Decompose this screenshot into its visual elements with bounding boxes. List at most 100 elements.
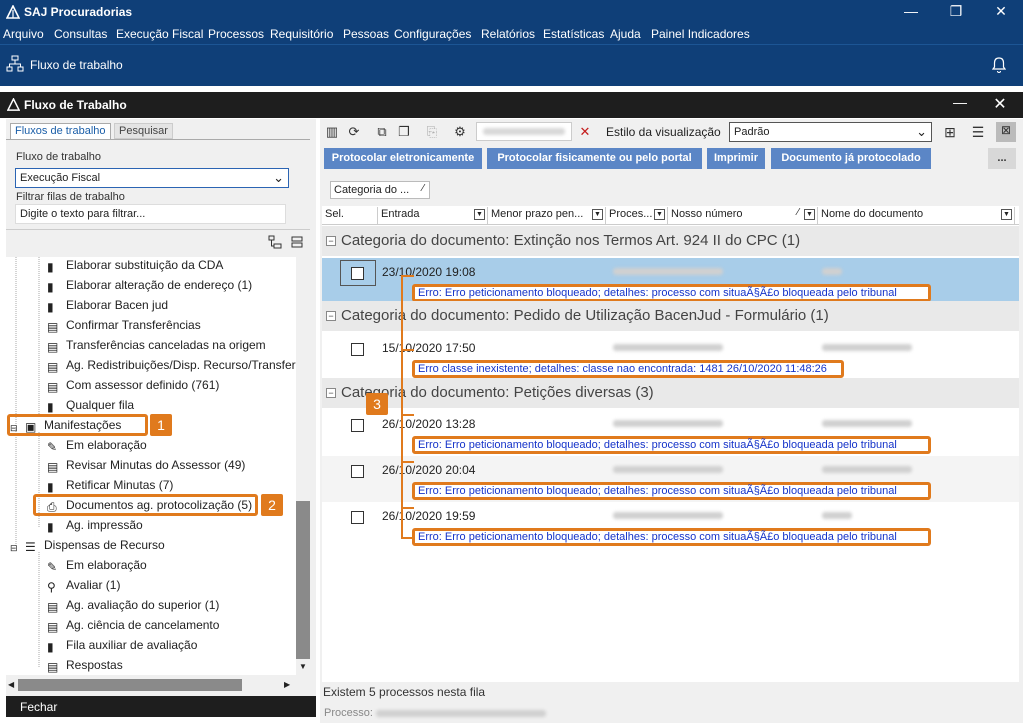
tree-vertical-scroll-thumb[interactable] [296, 501, 310, 659]
menu-configuracoes[interactable]: Configurações [394, 27, 471, 41]
column-header-menor-prazo[interactable]: Menor prazo pen... ▼ [488, 207, 606, 224]
more-button[interactable]: ... [988, 148, 1016, 169]
tab-fluxos-de-trabalho[interactable]: Fluxos de trabalho [10, 123, 111, 139]
group-header[interactable]: − Categoria do documento: Petições divers… [322, 378, 1019, 408]
row-checkbox[interactable] [351, 343, 364, 356]
restore-button[interactable]: ❐ [933, 0, 979, 24]
filter-toggle-icon[interactable]: ⊠ [996, 122, 1016, 142]
group-by-chip[interactable]: Categoria do ... ⁄ [330, 181, 430, 199]
tree-item-avaliar[interactable]: ⚲ Avaliar (1) [47, 575, 120, 595]
column-header-nosso-numero[interactable]: Nosso número ⁄ ▼ [668, 207, 818, 224]
callout-3: 3 [366, 393, 388, 415]
table-row[interactable]: 26/10/2020 19:59 Erro: Erro peticionamen… [322, 502, 1019, 548]
tree-item-confirmar-transferencias[interactable]: ▤ Confirmar Transferências [47, 315, 201, 335]
view-style-select[interactable]: Padrão ⌄ [729, 122, 932, 142]
row-checkbox[interactable] [351, 465, 364, 478]
tree-item-em-elaboracao[interactable]: ✎ Em elaboração [47, 435, 147, 455]
menu-consultas[interactable]: Consultas [54, 27, 107, 41]
list-icon: ▤ [47, 600, 59, 614]
tree-item-label: Ag. Redistribuições/Disp. Recurso/Transf… [66, 358, 296, 372]
menu-execucao-fiscal[interactable]: Execução Fiscal [116, 27, 203, 41]
app-logo-icon [7, 98, 20, 111]
columns-icon[interactable]: ▥ [324, 124, 340, 140]
table-row[interactable]: 23/10/2020 19:08 Erro: Erro peticionamen… [322, 258, 1019, 304]
tree-item-elaborar-alteracao[interactable]: ▮ Elaborar alteração de endereço (1) [47, 275, 252, 295]
menu-processos[interactable]: Processos [208, 27, 264, 41]
search-input[interactable] [476, 122, 572, 141]
copy-icon[interactable]: ⧉ [374, 124, 390, 140]
filter-label: Filtrar filas de trabalho [16, 191, 125, 203]
group-header[interactable]: − Categoria do documento: Extinção nos Te… [322, 226, 1019, 256]
tree-item-respostas[interactable]: ▤ Respostas [47, 655, 123, 675]
column-header-sel[interactable]: Sel. [322, 207, 378, 224]
collapse-icon[interactable]: − [326, 311, 336, 321]
tree-item-transferencias-canceladas[interactable]: ▤ Transferências canceladas na origem [47, 335, 266, 355]
tree-item-elaborar-bacen[interactable]: ▮ Elaborar Bacen jud [47, 295, 168, 315]
table-row[interactable]: 26/10/2020 20:04 Erro: Erro peticionamen… [322, 456, 1019, 502]
expand-all-icon[interactable] [268, 235, 282, 249]
chevron-down-icon: ⌄ [916, 124, 927, 139]
menu-ajuda[interactable]: Ajuda [610, 27, 641, 41]
filter-dropdown-icon: ▼ [592, 209, 603, 220]
column-header-nome-documento[interactable]: Nome do documento ▼ [818, 207, 1015, 224]
protocolar-eletronicamente-button[interactable]: Protocolar eletronicamente [324, 148, 482, 169]
group-header[interactable]: − Categoria do documento: Pedido de Utili… [322, 301, 1019, 331]
row-checkbox[interactable] [351, 419, 364, 432]
close-window-button[interactable]: ✕ [978, 0, 1023, 24]
refresh-icon[interactable]: ⟳ [346, 124, 362, 140]
tree-item-ag-avaliacao-superior[interactable]: ▤ Ag. avaliação do superior (1) [47, 595, 219, 615]
paste-icon[interactable]: ⎘ [424, 124, 440, 140]
documento-ja-protocolado-button[interactable]: Documento já protocolado [771, 148, 931, 169]
tree-horizontal-scroll-thumb[interactable] [18, 679, 242, 691]
filter-input[interactable]: Digite o texto para filtrar... [15, 204, 286, 224]
minimize-inner-button[interactable]: — [948, 94, 972, 114]
scroll-right-arrow-icon[interactable]: ▶ [284, 680, 290, 689]
minimize-button[interactable]: — [888, 0, 934, 24]
tree-item-fila-auxiliar[interactable]: ▮ Fila auxiliar de avaliação [47, 635, 197, 655]
menu-requisitorio[interactable]: Requisitório [270, 27, 333, 41]
table-row[interactable]: 26/10/2020 13:28 Erro: Erro peticionamen… [322, 410, 1019, 456]
tab-pesquisar[interactable]: Pesquisar [114, 123, 173, 139]
tree-item-ag-impressao[interactable]: ▮ Ag. impressão [47, 515, 143, 535]
tree-item-qualquer-fila[interactable]: ▮ Qualquer fila [47, 395, 134, 415]
flow-select[interactable]: Execução Fiscal ⌄ [15, 168, 289, 188]
tree-item-retificar-minutas[interactable]: ▮ Retificar Minutas (7) [47, 475, 173, 495]
table-row[interactable]: 15/10/2020 17:50 Erro classe inexistente… [322, 334, 1019, 380]
tree-item-elaborar-substituicao[interactable]: ▮ Elaborar substituição da CDA [47, 257, 223, 275]
collapse-all-icon[interactable] [290, 235, 304, 249]
nav-workflow-link[interactable]: Fluxo de trabalho [30, 58, 123, 72]
tree-item-revisar-minutas[interactable]: ▤ Revisar Minutas do Assessor (49) [47, 455, 245, 475]
tree-item-ag-ciencia-cancelamento[interactable]: ▤ Ag. ciência de cancelamento [47, 615, 219, 635]
menu-estatisticas[interactable]: Estatísticas [543, 27, 604, 41]
bell-icon[interactable] [992, 57, 1006, 73]
close-inner-button[interactable]: ✕ [988, 94, 1012, 114]
duplicate-icon[interactable]: ❐ [396, 124, 412, 140]
menu-arquivo[interactable]: Arquivo [3, 27, 44, 41]
collapse-icon[interactable]: − [326, 236, 336, 246]
grid-options-icon[interactable]: ☰ [970, 124, 986, 140]
scroll-down-arrow-icon[interactable]: ▼ [299, 662, 307, 671]
tree-item-dispensas-de-recurso[interactable]: ⊟ ☰ Dispensas de Recurso [10, 535, 165, 555]
column-header-entrada[interactable]: Entrada ▼ [378, 207, 488, 224]
tree-item-label: Dispensas de Recurso [44, 538, 165, 552]
collapse-icon[interactable]: − [326, 388, 336, 398]
tree-item-em-elaboracao-2[interactable]: ✎ Em elaboração [47, 555, 147, 575]
tree-item-ag-redistribuicoes[interactable]: ▤ Ag. Redistribuições/Disp. Recurso/Trans… [47, 355, 296, 375]
menu-relatorios[interactable]: Relatórios [481, 27, 535, 41]
flag-icon: ▮ [47, 520, 54, 534]
row-checkbox[interactable] [351, 511, 364, 524]
tree-item-com-assessor[interactable]: ▤ Com assessor definido (761) [47, 375, 219, 395]
clear-icon[interactable]: ✕ [577, 124, 593, 140]
column-header-processo[interactable]: Proces... ▼ [606, 207, 668, 224]
layout-icon[interactable]: ⊞ [942, 124, 958, 140]
protocolar-fisicamente-button[interactable]: Protocolar fisicamente ou pelo portal [487, 148, 702, 169]
run-icon[interactable]: ⚙ [452, 124, 468, 140]
imprimir-button[interactable]: Imprimir [707, 148, 765, 169]
row-checkbox[interactable] [351, 267, 364, 280]
scroll-left-arrow-icon[interactable]: ◀ [8, 680, 14, 689]
menu-painel-indicadores[interactable]: Painel Indicadores [651, 27, 750, 41]
menu-pessoas[interactable]: Pessoas [343, 27, 389, 41]
tree-item-label: Fila auxiliar de avaliação [66, 638, 198, 652]
document-name-redacted [822, 420, 912, 427]
close-button[interactable]: Fechar [6, 696, 316, 717]
